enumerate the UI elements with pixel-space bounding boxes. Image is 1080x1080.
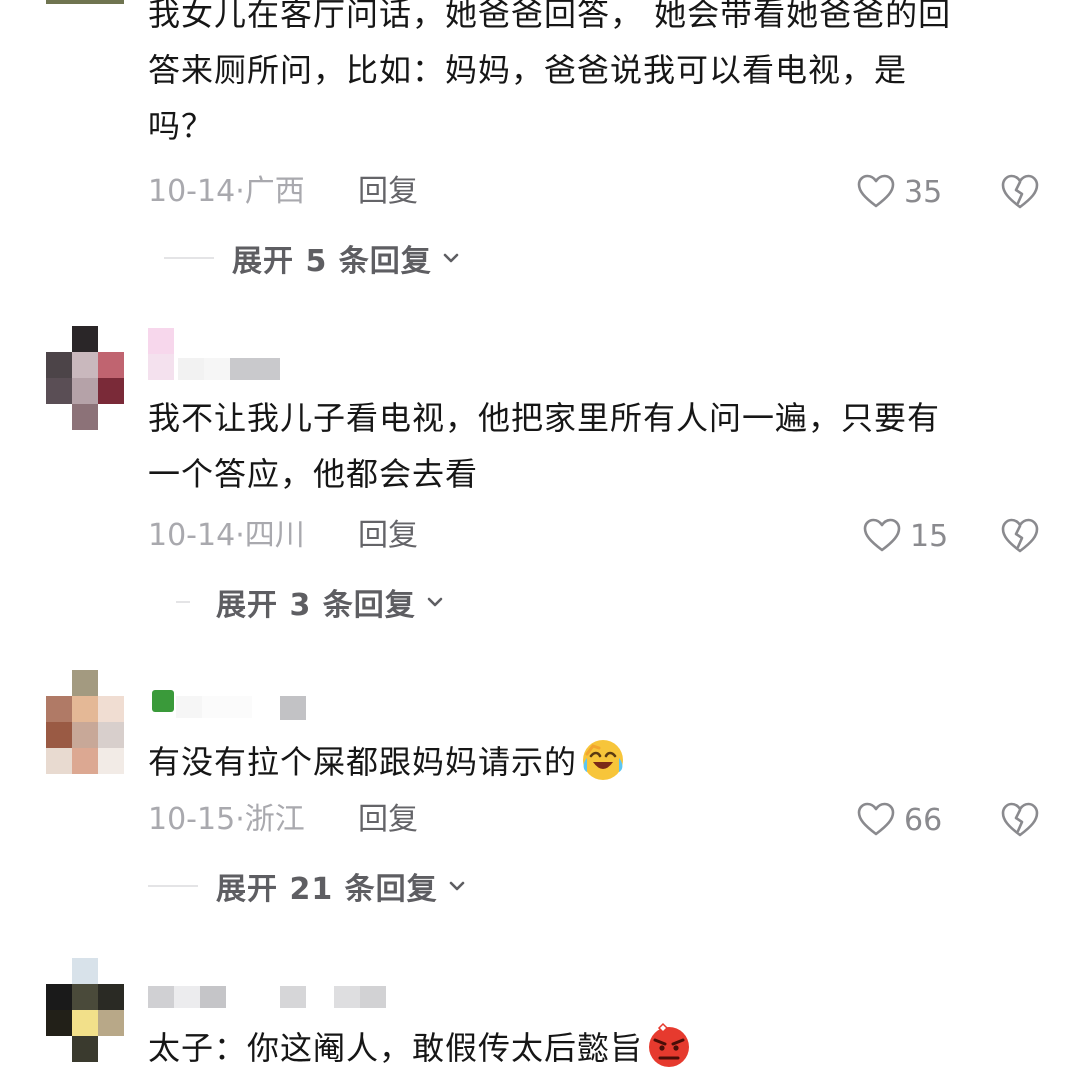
expand-replies-button[interactable]: 展开 3 条回复 bbox=[176, 582, 446, 623]
comment-text: 有没有拉个屎都跟妈妈请示的 bbox=[148, 734, 1028, 790]
like-button[interactable]: 66 bbox=[856, 798, 942, 842]
comment-location: 四川 bbox=[244, 518, 305, 553]
meta-separator: · bbox=[235, 518, 245, 553]
like-count: 66 bbox=[904, 802, 943, 838]
broken-heart-icon[interactable] bbox=[1000, 516, 1040, 556]
comment-date: 10-14 bbox=[148, 174, 236, 209]
heart-outline-icon bbox=[857, 802, 895, 836]
comment-date: 10-14 bbox=[148, 518, 236, 553]
like-button[interactable]: 15 bbox=[862, 514, 948, 558]
laughing-crying-emoji bbox=[583, 740, 624, 780]
broken-heart-icon[interactable] bbox=[1000, 800, 1040, 840]
broken-heart-icon[interactable] bbox=[1000, 172, 1040, 212]
comment-item: 我女儿在客厅问话，她爸爸回答， 她会带看她爸爸的回 答来厕所问，比如：妈妈，爸爸… bbox=[0, 0, 1080, 290]
meta-separator: · bbox=[235, 802, 245, 837]
reply-button[interactable]: 回复 bbox=[358, 170, 418, 214]
expand-divider bbox=[164, 257, 214, 259]
comment-item: 太子：你这阉人，敢假传太后懿旨 bbox=[0, 956, 1080, 1080]
comment-location: 浙江 bbox=[244, 802, 305, 837]
username-blurred[interactable] bbox=[148, 328, 288, 380]
comment-item: 我不让我儿子看电视，他把家里所有人问一遍，只要有 一个答应，他都会去看 10-1… bbox=[0, 320, 1080, 630]
comment-meta: 10-14·四川 回复 15 bbox=[148, 514, 1048, 558]
avatar[interactable] bbox=[46, 0, 124, 14]
username-blurred[interactable] bbox=[148, 682, 318, 734]
comment-meta: 10-14·广西 回复 35 bbox=[148, 170, 1048, 214]
like-button[interactable]: 35 bbox=[856, 170, 942, 214]
comment-item: 有没有拉个屎都跟妈妈请示的 10-15·浙江 回复 66 展开 21 条回复 bbox=[0, 662, 1080, 922]
chevron-down-icon bbox=[443, 253, 459, 263]
comment-location: 广西 bbox=[244, 174, 305, 209]
expand-divider bbox=[176, 601, 190, 603]
comment-text: 我不让我儿子看电视，他把家里所有人问一遍，只要有 一个答应，他都会去看 bbox=[148, 399, 941, 493]
comment-text: 我女儿在客厅问话，她爸爸回答， 她会带看她爸爸的回 答来厕所问，比如：妈妈，爸爸… bbox=[148, 0, 952, 145]
expand-replies-label: 展开 21 条回复 bbox=[216, 872, 438, 907]
heart-outline-icon bbox=[857, 174, 895, 208]
like-count: 35 bbox=[904, 174, 943, 210]
expand-replies-label: 展开 3 条回复 bbox=[216, 588, 416, 623]
reply-button[interactable]: 回复 bbox=[358, 798, 418, 842]
like-count: 15 bbox=[910, 518, 949, 554]
angry-face-emoji bbox=[649, 1022, 690, 1067]
chevron-down-icon bbox=[449, 881, 464, 891]
heart-outline-icon bbox=[863, 518, 901, 552]
avatar[interactable] bbox=[46, 326, 124, 430]
chevron-down-icon bbox=[427, 597, 443, 607]
expand-divider bbox=[148, 885, 198, 887]
reply-button[interactable]: 回复 bbox=[358, 514, 418, 558]
avatar[interactable] bbox=[46, 670, 124, 774]
comment-meta: 10-15·浙江 回复 66 bbox=[148, 798, 1048, 842]
expand-replies-button[interactable]: 展开 5 条回复 bbox=[164, 238, 462, 279]
expand-replies-button[interactable]: 展开 21 条回复 bbox=[148, 866, 468, 907]
avatar[interactable] bbox=[46, 958, 124, 1062]
expand-replies-label: 展开 5 条回复 bbox=[232, 244, 432, 279]
comment-date: 10-15 bbox=[148, 802, 236, 837]
comment-text: 太子：你这阉人，敢假传太后懿旨 bbox=[148, 1020, 1028, 1076]
meta-separator: · bbox=[235, 174, 245, 209]
